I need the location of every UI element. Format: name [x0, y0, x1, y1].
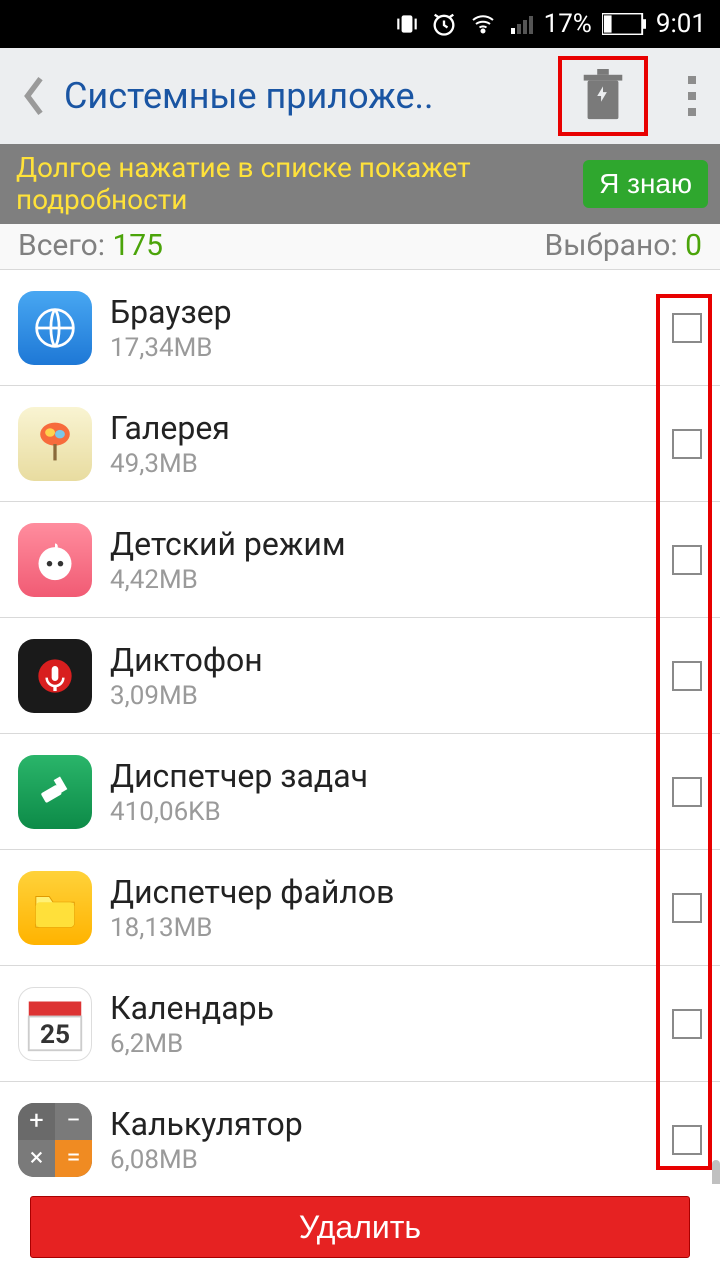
app-name: Диспетчер задач	[110, 757, 654, 795]
battery-icon	[602, 13, 646, 35]
app-bar: Системные приложе..	[0, 48, 720, 144]
app-name: Диспетчер файлов	[110, 873, 654, 911]
app-name: Диктофон	[110, 641, 654, 679]
svg-text:25: 25	[40, 1019, 70, 1049]
app-size: 410,06KB	[110, 797, 654, 827]
hint-dismiss-button[interactable]: Я знаю	[583, 160, 708, 208]
total-label: Всего:	[18, 228, 105, 263]
svg-text:+: +	[29, 1105, 43, 1135]
back-button[interactable]	[10, 48, 58, 144]
app-list: Браузер 17,34MB Галерея 49,3MB Детский р…	[0, 270, 720, 1198]
list-item[interactable]: Детский режим 4,42MB	[0, 502, 720, 618]
list-item[interactable]: 25 Календарь 6,2MB	[0, 966, 720, 1082]
delete-button[interactable]: Удалить	[30, 1196, 690, 1258]
app-name: Браузер	[110, 293, 654, 331]
app-size: 3,09MB	[110, 681, 654, 711]
kids-mode-icon	[18, 523, 92, 597]
totals-row: Всего: 175 Выбрано: 0	[0, 224, 720, 270]
app-size: 4,42MB	[110, 565, 654, 595]
battery-percent: 17%	[544, 9, 592, 39]
recorder-icon	[18, 639, 92, 713]
selected-label: Выбрано:	[545, 228, 678, 263]
hint-text: Долгое нажатие в списке покажет подробно…	[16, 152, 536, 216]
task-manager-icon	[18, 755, 92, 829]
checkbox[interactable]	[672, 545, 702, 575]
checkbox[interactable]	[672, 313, 702, 343]
app-size: 17,34MB	[110, 333, 654, 363]
svg-text:=: =	[67, 1142, 81, 1172]
list-item[interactable]: +−× = Калькулятор 6,08MB	[0, 1082, 720, 1198]
signal-icon	[508, 12, 534, 36]
app-size: 6,08MB	[110, 1145, 654, 1175]
calculator-icon: +−× =	[18, 1103, 92, 1177]
app-size: 49,3MB	[110, 449, 654, 479]
calendar-icon: 25	[18, 987, 92, 1061]
checkbox[interactable]	[672, 893, 702, 923]
overflow-menu[interactable]	[672, 66, 712, 126]
list-item[interactable]: Диктофон 3,09MB	[0, 618, 720, 734]
page-title: Системные приложе..	[64, 75, 552, 117]
checkbox[interactable]	[672, 661, 702, 691]
clock: 9:01	[656, 9, 706, 39]
status-bar: 17% 9:01	[0, 0, 720, 48]
list-item[interactable]: Галерея 49,3MB	[0, 386, 720, 502]
list-item[interactable]: Диспетчер файлов 18,13MB	[0, 850, 720, 966]
app-name: Калькулятор	[110, 1105, 654, 1143]
checkbox[interactable]	[672, 429, 702, 459]
wifi-icon	[468, 12, 498, 36]
app-size: 6,2MB	[110, 1029, 654, 1059]
app-name: Календарь	[110, 989, 654, 1027]
app-name: Галерея	[110, 409, 654, 447]
checkbox[interactable]	[672, 1125, 702, 1155]
list-item[interactable]: Браузер 17,34MB	[0, 270, 720, 386]
list-item[interactable]: Диспетчер задач 410,06KB	[0, 734, 720, 850]
selected-value: 0	[685, 228, 702, 263]
checkbox[interactable]	[672, 1009, 702, 1039]
browser-icon	[18, 291, 92, 365]
vibrate-icon	[394, 11, 420, 37]
alarm-icon	[430, 10, 458, 38]
hint-banner: Долгое нажатие в списке покажет подробно…	[0, 144, 720, 224]
gallery-icon	[18, 407, 92, 481]
recycle-bin-button[interactable]	[558, 56, 648, 136]
svg-text:×: ×	[30, 1142, 44, 1172]
app-size: 18,13MB	[110, 913, 654, 943]
total-value: 175	[112, 228, 163, 263]
checkbox[interactable]	[672, 777, 702, 807]
svg-text:−: −	[66, 1105, 81, 1135]
app-name: Детский режим	[110, 525, 654, 563]
footer-bar: Удалить	[0, 1184, 720, 1280]
file-manager-icon	[18, 871, 92, 945]
